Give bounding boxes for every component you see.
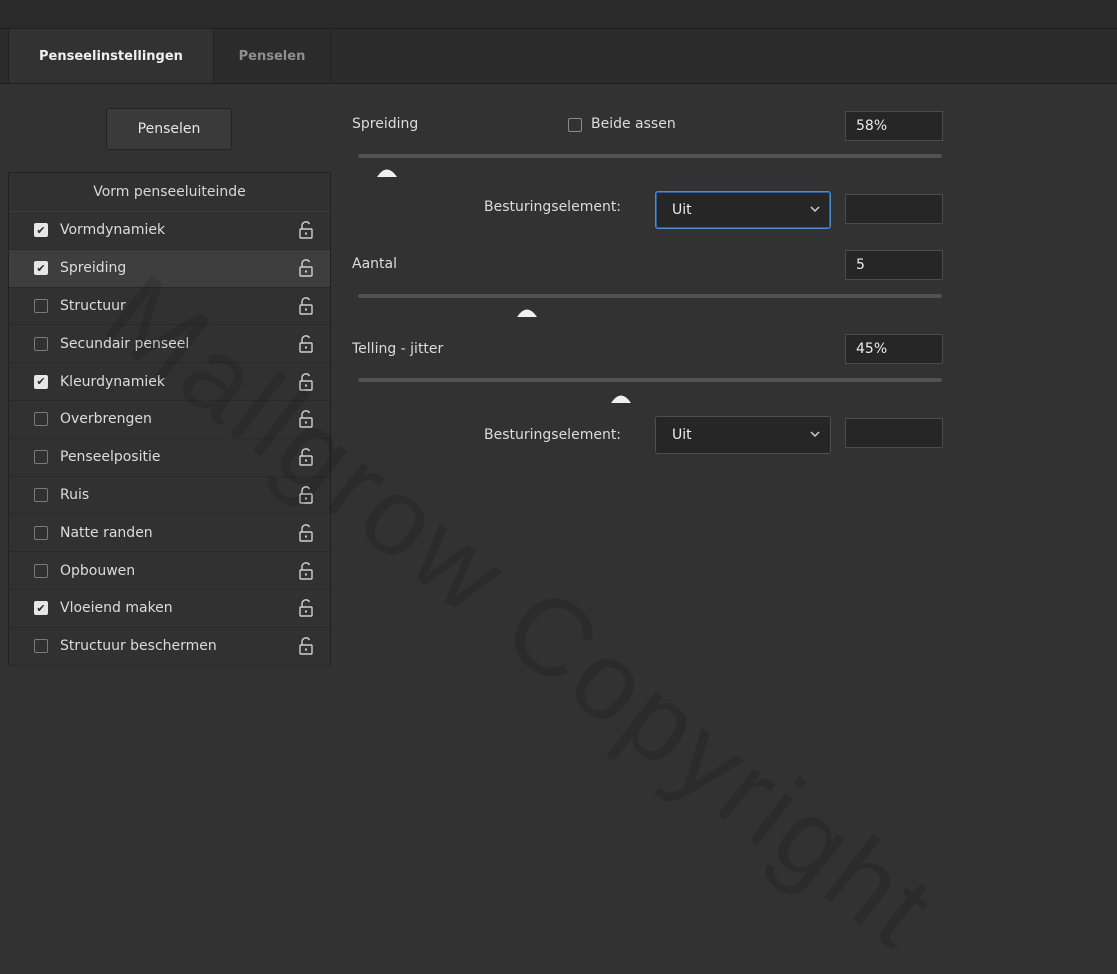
option-row[interactable]: Ruis xyxy=(9,477,330,515)
option-row[interactable]: Natte randen xyxy=(9,514,330,553)
option-label: Penseelpositie xyxy=(60,449,161,466)
scatter-value-field[interactable]: 58% xyxy=(845,111,943,141)
count-jitter-slider-thumb[interactable] xyxy=(610,390,632,404)
option-row[interactable]: Opbouwen xyxy=(9,552,330,590)
brushes-button[interactable]: Penselen xyxy=(106,108,232,150)
count-jitter-control-field[interactable] xyxy=(845,418,943,448)
option-label: Ruis xyxy=(60,486,90,503)
scatter-slider-track[interactable] xyxy=(358,154,942,158)
option-row[interactable]: ✔ Vloeiend maken xyxy=(9,590,330,628)
count-jitter-control-value: Uit xyxy=(672,427,692,443)
lock-icon[interactable] xyxy=(299,221,313,240)
tab-bar: Penseelinstellingen Penselen xyxy=(0,29,1117,84)
option-checkbox[interactable]: ✔ xyxy=(34,223,48,238)
option-label: Natte randen xyxy=(60,524,153,541)
option-label: Overbrengen xyxy=(60,411,152,428)
lock-icon[interactable] xyxy=(299,297,313,315)
option-row[interactable]: ✔ Spreiding xyxy=(9,249,330,288)
option-row[interactable]: Penseelpositie xyxy=(9,439,330,477)
chevron-down-icon xyxy=(810,431,820,438)
option-label: Structuur beschermen xyxy=(60,638,217,655)
scatter-control-value: Uit xyxy=(672,202,692,218)
option-label: Vormdynamiek xyxy=(60,222,166,239)
tab-brush-settings[interactable]: Penseelinstellingen xyxy=(8,29,214,83)
both-axes-label: Beide assen xyxy=(591,116,676,132)
lock-icon[interactable] xyxy=(299,523,313,542)
option-checkbox[interactable]: ✔ xyxy=(34,261,48,276)
option-label: Opbouwen xyxy=(60,562,136,579)
option-row[interactable]: Structuur beschermen xyxy=(9,628,330,666)
count-jitter-control-dropdown[interactable]: Uit xyxy=(655,416,831,454)
tab-brushes[interactable]: Penselen xyxy=(214,29,330,83)
brush-tip-shape-item[interactable]: Vorm penseeluiteinde xyxy=(9,173,330,212)
scatter-control-field[interactable] xyxy=(845,194,943,224)
option-checkbox[interactable] xyxy=(34,487,48,502)
lock-icon[interactable] xyxy=(299,561,313,580)
count-jitter-label: Telling - jitter xyxy=(352,341,444,357)
both-axes-checkbox[interactable] xyxy=(568,118,582,132)
option-label: Structuur xyxy=(60,297,126,314)
option-checkbox[interactable] xyxy=(34,450,48,465)
option-row[interactable]: ✔ Vormdynamiek xyxy=(9,212,330,250)
option-label: Secundair penseel xyxy=(60,335,190,352)
scatter-control-dropdown[interactable]: Uit xyxy=(655,191,831,229)
option-label: Vloeiend maken xyxy=(60,600,173,617)
brush-options-list: Vorm penseeluiteinde ✔ Vormdynamiek ✔ Sprei… xyxy=(8,172,331,666)
option-checkbox[interactable] xyxy=(34,336,48,351)
option-checkbox[interactable] xyxy=(34,563,48,578)
option-checkbox[interactable] xyxy=(34,525,48,540)
count-slider-thumb[interactable] xyxy=(516,304,538,318)
chevron-down-icon xyxy=(810,206,820,213)
option-label: Spreiding xyxy=(60,260,127,277)
scatter-control-label: Besturingselement: xyxy=(484,199,622,215)
option-checkbox[interactable] xyxy=(34,298,48,313)
option-row[interactable]: Structuur xyxy=(9,288,330,326)
lock-icon[interactable] xyxy=(299,486,313,504)
lock-icon[interactable] xyxy=(299,334,313,353)
lock-icon[interactable] xyxy=(299,410,313,429)
option-row[interactable]: Overbrengen xyxy=(9,401,330,439)
lock-icon[interactable] xyxy=(299,372,313,391)
option-checkbox[interactable] xyxy=(34,412,48,427)
option-checkbox[interactable]: ✔ xyxy=(34,601,48,616)
lock-icon[interactable] xyxy=(299,259,313,277)
lock-icon[interactable] xyxy=(299,637,313,655)
scatter-slider-thumb[interactable] xyxy=(376,164,398,178)
count-value-field[interactable]: 5 xyxy=(845,250,943,280)
lock-icon[interactable] xyxy=(299,599,313,618)
count-jitter-control-label: Besturingselement: xyxy=(484,427,622,443)
count-jitter-value-field[interactable]: 45% xyxy=(845,334,943,364)
count-label: Aantal xyxy=(352,256,397,272)
option-row[interactable]: ✔ Kleurdynamiek xyxy=(9,363,330,401)
option-checkbox[interactable]: ✔ xyxy=(34,374,48,389)
lock-icon[interactable] xyxy=(299,448,313,466)
count-jitter-slider-track[interactable] xyxy=(358,378,942,382)
count-slider-track[interactable] xyxy=(358,294,942,298)
top-bar xyxy=(0,0,1117,29)
option-row[interactable]: Secundair penseel xyxy=(9,325,330,364)
scatter-label: Spreiding xyxy=(352,116,419,132)
tab-separator xyxy=(330,29,331,83)
option-label: Kleurdynamiek xyxy=(60,373,165,390)
option-checkbox[interactable] xyxy=(34,639,48,654)
